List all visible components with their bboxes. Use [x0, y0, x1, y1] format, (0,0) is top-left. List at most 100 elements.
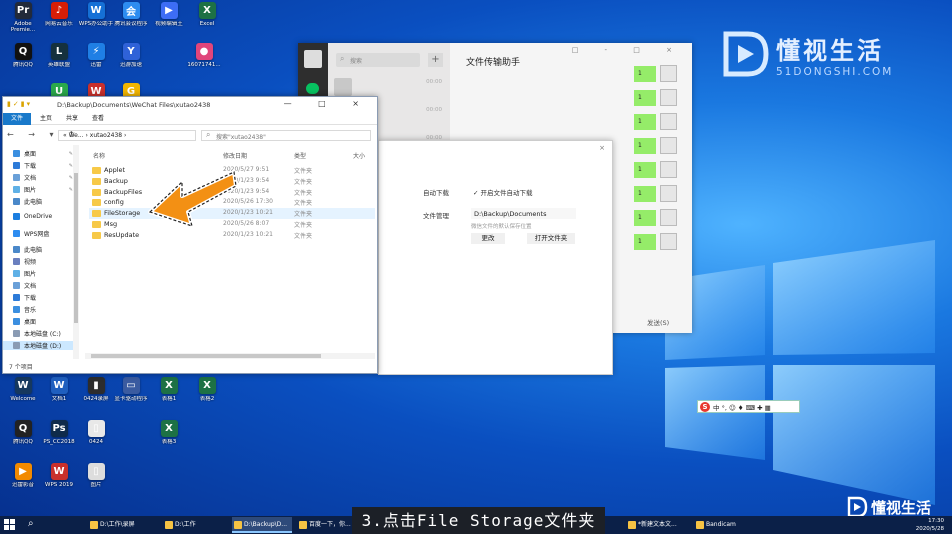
- column-date[interactable]: 修改日期: [223, 151, 247, 160]
- nav-item[interactable]: 下载: [13, 293, 77, 302]
- horizontal-scrollbar[interactable]: [85, 353, 375, 359]
- desktop-icon[interactable]: Y 迅游加速: [112, 43, 150, 68]
- nav-item[interactable]: 文档 ✎: [13, 173, 77, 182]
- nav-item[interactable]: 此电脑: [13, 197, 77, 206]
- message-bubble[interactable]: 1: [634, 137, 656, 154]
- nav-item[interactable]: WPS网盘: [13, 229, 77, 238]
- address-bar[interactable]: « We... › xutao2438 ›: [58, 130, 196, 141]
- message-bubble[interactable]: 1: [634, 89, 656, 106]
- message-bubble[interactable]: 1: [634, 209, 656, 226]
- app-icon: ▯: [87, 420, 105, 437]
- tab-share[interactable]: 共享: [61, 113, 83, 125]
- nav-item[interactable]: 图片: [13, 269, 77, 278]
- nav-item[interactable]: 桌面 ✎: [13, 149, 77, 158]
- avatar: [660, 209, 677, 226]
- taskbar-item[interactable]: D:\工作\录屏: [88, 517, 156, 533]
- column-name[interactable]: 名称: [93, 151, 105, 160]
- taskbar-item[interactable]: Bandicam: [694, 517, 746, 533]
- tab-home[interactable]: 主页: [35, 113, 57, 125]
- desktop-icon[interactable]: Q 腾讯QQ: [4, 43, 42, 68]
- send-button[interactable]: 发送(S): [647, 317, 669, 327]
- nav-item-label: 桌面: [24, 319, 37, 326]
- close-icon[interactable]: ×: [599, 144, 605, 152]
- nav-item[interactable]: 下载 ✎: [13, 161, 77, 170]
- file-explorer-window: ▮✓▮▾ D:\Backup\Documents\WeChat Files\xu…: [2, 96, 378, 374]
- desktop-icon[interactable]: W 文档1: [40, 377, 78, 402]
- message-bubble[interactable]: 1: [634, 161, 656, 178]
- message-bubble[interactable]: 1: [634, 113, 656, 130]
- desktop-icon[interactable]: X 表格1: [150, 377, 188, 402]
- open-folder-button[interactable]: 打开文件夹: [527, 233, 575, 244]
- nav-item[interactable]: OneDrive: [13, 213, 77, 220]
- desktop-icon[interactable]: ♪ 网易云音乐: [40, 2, 78, 27]
- message-bubble[interactable]: 1: [634, 233, 656, 250]
- desktop-icon[interactable]: ▯ 图片: [77, 463, 115, 488]
- desktop-icon[interactable]: X 表格3: [150, 420, 188, 445]
- desktop-icon[interactable]: ▶ 视频编辑王: [150, 2, 188, 27]
- ime-toolbar[interactable]: S 中 °, ☺ ♦ ⌨ ✚ ▦: [697, 400, 800, 413]
- desktop-icon[interactable]: ▮ 0424录屏: [77, 377, 115, 402]
- add-button[interactable]: +: [428, 53, 443, 67]
- taskbar-item[interactable]: D:\工作: [163, 517, 227, 533]
- nav-item[interactable]: 桌面: [13, 317, 77, 326]
- desktop-icon[interactable]: Pr Adobe Premie...: [4, 2, 42, 34]
- wechat-search-input[interactable]: 搜索: [336, 53, 420, 67]
- message-bubble[interactable]: 1: [634, 185, 656, 202]
- taskbar-item[interactable]: *新建文本文...: [626, 517, 690, 533]
- folder-icon: [13, 294, 20, 301]
- wechat-settings-dialog: × 自动下载 ✓ 开启文件自动下载 文件管理 D:\Backup\Documen…: [378, 140, 613, 375]
- user-avatar[interactable]: [304, 50, 322, 68]
- folder-icon: [13, 270, 20, 277]
- nav-item[interactable]: 音乐: [13, 305, 77, 314]
- file-name: Applet: [104, 166, 126, 174]
- windows-start-icon[interactable]: [4, 519, 15, 530]
- file-manage-label: 文件管理: [423, 212, 449, 220]
- column-size[interactable]: 大小: [353, 151, 365, 160]
- folder-icon: [92, 210, 101, 218]
- folder-icon: [92, 167, 101, 174]
- desktop-icon[interactable]: W WPS 2019: [40, 463, 78, 488]
- auto-download-checkbox[interactable]: ✓ 开启文件自动下载: [473, 187, 533, 197]
- desktop-icon[interactable]: ▯ 0424: [77, 420, 115, 445]
- sogou-logo-icon: S: [700, 401, 710, 412]
- status-bar: 7 个项目: [9, 364, 33, 371]
- desktop-icon[interactable]: X 表格2: [188, 377, 226, 402]
- nav-item-label: 文档: [24, 283, 37, 290]
- desktop-icon[interactable]: ▭ 显卡驱动程序: [112, 377, 150, 402]
- desktop-icon[interactable]: ● 16071741...: [185, 43, 223, 68]
- tab-view[interactable]: 查看: [87, 113, 109, 125]
- quick-access-icons[interactable]: ▮✓▮▾: [7, 100, 32, 108]
- desktop-icon[interactable]: Ps PS_CC2018: [40, 420, 78, 445]
- desktop-icon[interactable]: W Welcome: [4, 377, 42, 402]
- nav-item-label: 此电脑: [24, 247, 43, 254]
- search-input[interactable]: 搜索"xutao2438": [201, 130, 371, 141]
- nav-item[interactable]: 本地磁盘 (C:): [13, 329, 77, 338]
- nav-item[interactable]: 视频: [13, 257, 77, 266]
- desktop-icon[interactable]: ⚡ 迅雷: [77, 43, 115, 68]
- chat-icon[interactable]: [306, 83, 319, 94]
- nav-item[interactable]: 此电脑: [13, 245, 77, 254]
- taskbar-item[interactable]: D:\Backup\D...: [232, 517, 292, 533]
- tab-file[interactable]: 文件: [3, 113, 31, 125]
- search-icon[interactable]: ⌕: [28, 518, 34, 529]
- nav-item[interactable]: 图片 ✎: [13, 185, 77, 194]
- nav-scrollbar[interactable]: [73, 145, 79, 359]
- app-icon: Ps: [50, 420, 68, 437]
- window-controls[interactable]: — □ ×: [284, 99, 371, 108]
- file-name: BackupFiles: [104, 187, 143, 196]
- nav-item[interactable]: 本地磁盘 (D:): [3, 341, 78, 350]
- window-controls[interactable]: □ - □ ×: [572, 46, 684, 54]
- desktop-icon[interactable]: W WPS办公助手: [77, 2, 115, 27]
- message-bubble[interactable]: 1: [634, 65, 656, 82]
- desktop-icon[interactable]: Q 腾讯QQ: [4, 420, 42, 445]
- avatar: [660, 89, 677, 106]
- desktop-icon[interactable]: L 英雄联盟: [40, 43, 78, 68]
- nav-item[interactable]: 文档: [13, 281, 77, 290]
- desktop-icon[interactable]: ▶ 迅雷影音: [4, 463, 42, 488]
- ime-status-items[interactable]: 中 °, ☺ ♦ ⌨ ✚ ▦: [713, 402, 771, 412]
- system-clock[interactable]: 17:30 2020/5/28: [916, 517, 944, 533]
- desktop-icon[interactable]: 会腾讯会议程序: [112, 2, 150, 27]
- column-type[interactable]: 类型: [294, 151, 306, 160]
- desktop-icon[interactable]: X Excel: [188, 2, 226, 27]
- change-button[interactable]: 更改: [471, 233, 505, 244]
